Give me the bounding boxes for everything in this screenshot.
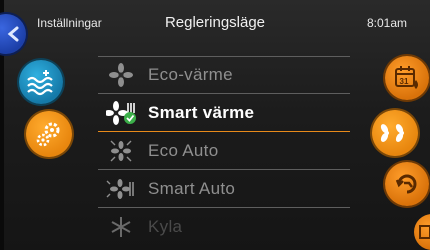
regulation-mode-button[interactable] (372, 110, 418, 156)
mode-label: Smart Auto (148, 178, 236, 198)
mode-label: Kyla (148, 216, 183, 236)
svg-text:31: 31 (400, 77, 409, 86)
snowflake-icon (106, 215, 136, 239)
regulation-mode-icon (380, 124, 404, 142)
mode-item-cooling[interactable]: Kyla (98, 208, 350, 245)
screen: Inställningar Regleringsläge 8:01am 31 E… (0, 0, 430, 250)
settings-button[interactable] (26, 111, 72, 157)
fan-auto-icon (106, 139, 136, 163)
page-title: Regleringsläge (164, 14, 266, 31)
mode-label: Smart värme (148, 102, 255, 122)
top-bar: Inställningar Regleringsläge 8:01am (0, 0, 430, 46)
mode-label: Eco Auto (148, 140, 219, 160)
regulation-mode-list: Eco-värme Smart värme Eco Auto Smart Aut… (98, 56, 350, 250)
clock: 8:01am (366, 16, 407, 30)
back-icon (7, 26, 19, 42)
mode-item-eco-auto[interactable]: Eco Auto (98, 132, 350, 170)
fan-icon (106, 62, 136, 87)
settings-icon (36, 122, 60, 147)
fan-heat-auto-icon (106, 177, 136, 201)
cycle-button[interactable] (385, 162, 429, 206)
filter-button[interactable] (414, 214, 430, 250)
water-heat-button[interactable] (19, 60, 63, 104)
cycle-icon (395, 174, 417, 194)
mode-item-smart-heat[interactable]: Smart värme (98, 94, 350, 132)
filter-icon (419, 225, 430, 239)
mode-item-eco-heat[interactable]: Eco-värme (98, 56, 350, 94)
fan-heat-check-icon (106, 100, 136, 125)
mode-item-smart-auto[interactable]: Smart Auto (98, 170, 350, 208)
schedule-button[interactable]: 31 (385, 56, 429, 100)
mode-label: Eco-värme (148, 64, 233, 84)
calendar-icon: 31 (395, 66, 418, 89)
water-heat-icon (27, 70, 53, 96)
